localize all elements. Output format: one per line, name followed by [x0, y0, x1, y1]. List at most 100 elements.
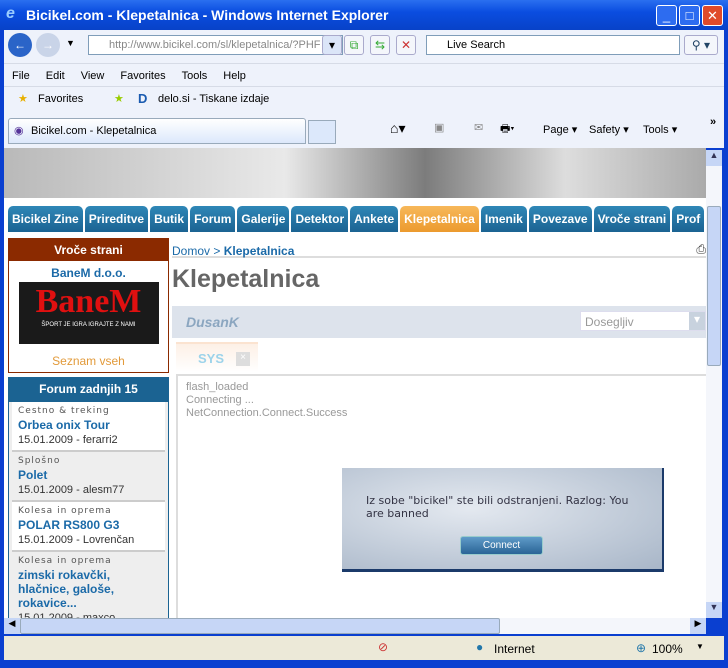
zoom-dropdown-icon[interactable]: ▼	[696, 642, 704, 651]
ie-icon: e	[6, 5, 15, 22]
nav-tab-1[interactable]: Prireditve	[84, 206, 149, 232]
add-favorite-icon[interactable]: ★	[114, 92, 124, 105]
search-input[interactable]: Live Search	[426, 35, 680, 55]
favorites-button[interactable]: Favorites	[38, 93, 83, 105]
print-page-icon[interactable]: ⎙	[696, 242, 706, 257]
safety-menu[interactable]: Safety ▾	[589, 123, 629, 136]
nav-tab-11[interactable]: Prof	[672, 206, 705, 232]
dialog-message: Iz sobe "bicikel" ste bili odstranjeni. …	[366, 494, 629, 520]
forum-category: Splošno	[18, 456, 61, 466]
menu-file[interactable]: File	[12, 70, 30, 82]
search-button[interactable]: ⚲ ▾	[684, 35, 718, 55]
horizontal-scrollbar[interactable]: ◀ ▶	[4, 618, 706, 634]
forum-item: Splošno Polet 15.01.2009 - alesm77	[12, 452, 165, 502]
title-bar: e Bicikel.com - Klepetalnica - Windows I…	[0, 0, 728, 30]
security-zone: Internet	[494, 642, 535, 656]
username: DusanK	[186, 314, 239, 330]
address-bar[interactable]: http://www.bicikel.com/sl/klepetalnica/?…	[88, 35, 343, 55]
room-tab-sys[interactable]: SYS ×	[176, 342, 258, 372]
maximize-button[interactable]: □	[679, 5, 700, 26]
more-chevron-icon[interactable]: »	[710, 116, 716, 128]
refresh-icon[interactable]: ⇆	[370, 35, 390, 55]
menu-help[interactable]: Help	[223, 70, 246, 82]
status-select[interactable]: Dosegljiv ▾	[580, 311, 706, 331]
vertical-scrollbar[interactable]: ▲ ▼	[706, 150, 722, 618]
sponsor-link[interactable]: BaneM d.o.o.	[9, 266, 168, 280]
forum-item: Cestno & treking Orbea onix Tour 15.01.200…	[12, 402, 165, 452]
forum-title: Forum zadnjih 15	[9, 378, 168, 402]
forum-topic-link[interactable]: POLAR RS800 G3	[18, 518, 159, 532]
menu-view[interactable]: View	[81, 70, 105, 82]
page-title: Klepetalnica	[172, 265, 320, 293]
nav-tab-5[interactable]: Detektor	[291, 206, 349, 232]
banem-logo[interactable]: BaneM ŠPORT JE IGRA IGRAJTE Z NAMI	[18, 282, 159, 344]
hot-pages-box: Vroče strani BaneM d.o.o. BaneM ŠPORT JE…	[8, 238, 169, 373]
forum-box: Forum zadnjih 15 Cestno & treking Orbea o…	[8, 377, 169, 618]
status-bar: ⊘ ● Internet ⊕ 100% ▼	[4, 636, 724, 660]
site-icon: ◉	[14, 125, 24, 137]
breadcrumb: Domov > Klepetalnica ⎙	[172, 238, 706, 258]
page-menu[interactable]: Page ▾	[543, 123, 577, 136]
zoom-icon[interactable]: ⊕	[636, 641, 646, 655]
window-title: Bicikel.com - Klepetalnica - Windows Int…	[26, 7, 389, 23]
tab-title: Bicikel.com - Klepetalnica	[31, 125, 157, 137]
forum-topic-link[interactable]: Polet	[18, 468, 159, 482]
address-dropdown-icon[interactable]: ▾	[322, 35, 342, 55]
print-icon[interactable]: 🖶▾	[500, 120, 514, 139]
forum-topic-link[interactable]: Orbea onix Tour	[18, 418, 159, 432]
site-nav: Bicikel Zine Prireditve Butik Forum Galerije…	[8, 206, 705, 232]
log-line: Connecting ...	[186, 394, 254, 406]
history-dropdown-icon[interactable]: ▼	[66, 38, 75, 48]
forum-category: Kolesa in oprema	[18, 556, 112, 566]
log-line: flash_loaded	[186, 381, 249, 393]
compatibility-icon[interactable]: ⧉	[344, 35, 364, 55]
main: Domov > Klepetalnica ⎙ Klepetalnica Dusa…	[172, 238, 706, 618]
forum-item: Kolesa in oprema zimski rokavčki, hlačnic…	[12, 552, 165, 618]
nav-tab-7[interactable]: Klepetalnica	[400, 206, 479, 232]
forum-meta: 15.01.2009 - Lovrenčan	[18, 534, 135, 546]
breadcrumb-home[interactable]: Domov	[172, 244, 210, 258]
browser-tab[interactable]: ◉ Bicikel.com - Klepetalnica	[8, 118, 306, 144]
nav-tab-2[interactable]: Butik	[150, 206, 189, 232]
forum-meta: 15.01.2009 - alesm77	[18, 484, 125, 496]
nav-tab-8[interactable]: Imenik	[480, 206, 527, 232]
breadcrumb-current: Klepetalnica	[223, 244, 295, 258]
new-tab-button[interactable]	[308, 120, 336, 144]
privacy-icon[interactable]: ⊘	[378, 640, 388, 654]
zoom-level[interactable]: 100%	[652, 642, 683, 656]
stop-icon[interactable]: ✕	[396, 35, 416, 55]
tools-menu[interactable]: Tools ▾	[643, 123, 677, 136]
nav-tab-3[interactable]: Forum	[190, 206, 236, 232]
favorites-link-delo[interactable]: delo.si - Tiskane izdaje	[158, 93, 269, 105]
breadcrumb-separator: >	[210, 244, 224, 258]
connect-button[interactable]: Connect	[460, 536, 543, 555]
favorites-star-icon: ★	[18, 93, 28, 105]
mail-icon[interactable]: ✉	[474, 121, 483, 134]
minimize-button[interactable]: _	[656, 5, 677, 26]
browser-chrome: ← → ▼ http://www.bicikel.com/sl/klepetal…	[4, 30, 724, 148]
nav-tab-6[interactable]: Ankete	[350, 206, 399, 232]
nav-tab-4[interactable]: Galerije	[237, 206, 290, 232]
menu-favorites[interactable]: Favorites	[120, 70, 165, 82]
menu-tools[interactable]: Tools	[182, 70, 208, 82]
close-button[interactable]: ✕	[702, 5, 723, 26]
list-all-link[interactable]: Seznam vseh	[9, 354, 168, 368]
nav-tab-10[interactable]: Vroče strani	[593, 206, 671, 232]
nav-tab-9[interactable]: Povezave	[528, 206, 592, 232]
forum-topic-link[interactable]: zimski rokavčki, hlačnice, galoše, rokav…	[18, 568, 159, 610]
feeds-icon[interactable]: ▣	[434, 121, 444, 134]
back-button[interactable]: ←	[8, 33, 32, 57]
banner-image	[4, 148, 706, 198]
forum-item: Kolesa in oprema POLAR RS800 G3 15.01.2009…	[12, 502, 165, 552]
chat-header: DusanK Dosegljiv ▾	[172, 306, 706, 338]
log-line: NetConnection.Connect.Success	[186, 407, 348, 419]
close-tab-icon[interactable]: ×	[236, 352, 250, 366]
forward-button[interactable]: →	[36, 33, 60, 57]
forum-category: Kolesa in oprema	[18, 506, 112, 516]
home-icon[interactable]: ⌂▾	[390, 120, 405, 137]
menu-edit[interactable]: Edit	[46, 70, 65, 82]
room-tab-label: SYS	[198, 351, 225, 366]
nav-tab-0[interactable]: Bicikel Zine	[8, 206, 83, 232]
delo-icon: D	[138, 91, 148, 106]
hot-pages-title: Vroče strani	[9, 239, 168, 261]
